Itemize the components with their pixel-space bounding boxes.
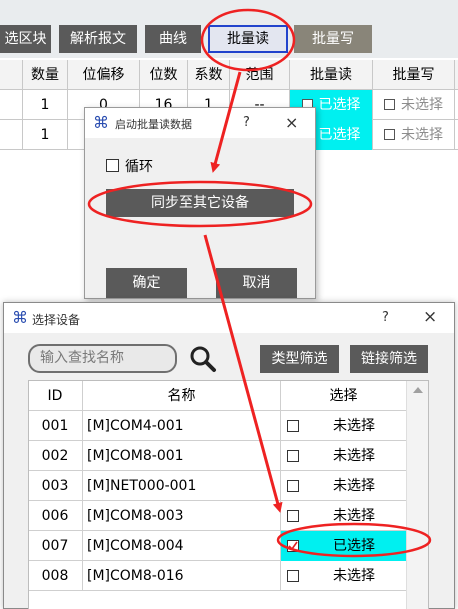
device-table: ID 名称 选择 001 [M]COM4-001 未选择 002 [M]COM8… — [28, 380, 429, 609]
header-batch-read: 批量读 — [289, 60, 372, 90]
header-count: 数量 — [22, 60, 67, 90]
scroll-up-arrow-icon[interactable] — [413, 387, 423, 393]
batch-read-button[interactable]: 批量读 — [208, 25, 288, 53]
table-row[interactable]: 006 [M]COM8-003 未选择 — [29, 501, 406, 531]
help-icon[interactable]: ? — [382, 310, 389, 325]
header-bit-offset: 位偏移 — [67, 60, 139, 90]
search-input[interactable]: 输入查找名称 — [28, 344, 177, 373]
type-filter-button[interactable]: 类型筛选 — [260, 345, 339, 373]
table-row[interactable]: 008 [M]COM8-016 未选择 — [29, 561, 406, 591]
table-row[interactable]: 001 [M]COM4-001 未选择 — [29, 411, 406, 441]
cell-count: 1 — [22, 90, 67, 120]
dialog-titlebar: ⌘ 选择设备 ? × — [4, 303, 454, 333]
header-factor: 系数 — [187, 60, 229, 90]
table-row[interactable]: 003 [M]NET000-001 未选择 — [29, 471, 406, 501]
link-filter-button[interactable]: 链接筛选 — [350, 345, 428, 373]
checkbox-icon[interactable] — [384, 99, 395, 110]
dialog-title: 选择设备 — [32, 313, 81, 327]
select-device-dialog: ⌘ 选择设备 ? × 输入查找名称 类型筛选 链接筛选 ID 名称 选择 001… — [3, 302, 455, 609]
loop-label: 循环 — [125, 159, 153, 175]
batch-write-cell[interactable]: 未选择 — [372, 90, 454, 120]
table-row[interactable]: 007 [M]COM8-004 已选择 — [29, 531, 406, 561]
curve-button[interactable]: 曲线 — [145, 25, 201, 53]
vertical-scrollbar[interactable] — [406, 381, 428, 609]
header-select: 选择 — [280, 381, 406, 411]
header-range: 范围 — [229, 60, 289, 90]
confirm-button[interactable]: 确定 — [106, 268, 187, 298]
close-icon[interactable]: × — [423, 307, 437, 327]
select-cell-selected[interactable]: 已选择 — [280, 531, 406, 561]
header-bit-count: 位数 — [139, 60, 187, 90]
parse-message-button[interactable]: 解析报文 — [59, 25, 137, 53]
command-icon: ⌘ — [12, 308, 28, 327]
cell-count: 1 — [22, 120, 67, 150]
close-icon[interactable]: × — [285, 113, 298, 132]
header-id: ID — [47, 388, 63, 404]
select-cell[interactable]: 未选择 — [280, 411, 406, 441]
select-cell[interactable]: 未选择 — [280, 501, 406, 531]
batch-write-button[interactable]: 批量写 — [294, 25, 372, 53]
select-cell[interactable]: 未选择 — [280, 471, 406, 501]
table-row[interactable]: 002 [M]COM8-001 未选择 — [29, 441, 406, 471]
header-name: 名称 — [82, 381, 280, 411]
help-icon[interactable]: ? — [243, 115, 250, 130]
search-icon[interactable] — [189, 345, 217, 373]
loop-checkbox[interactable] — [106, 159, 119, 172]
toolbar: 选区块 解析报文 曲线 批量读 批量写 — [0, 0, 458, 58]
cancel-button[interactable]: 取消 — [216, 268, 297, 298]
table-header-row: ID 名称 选择 — [29, 381, 406, 411]
select-cell[interactable]: 未选择 — [280, 561, 406, 591]
dialog-title: 启动批量读数据 — [115, 118, 192, 131]
header-batch-write: 批量写 — [372, 60, 454, 90]
dialog-titlebar: ⌘ 启动批量读数据 ? × — [85, 108, 315, 138]
select-cell[interactable]: 未选择 — [280, 441, 406, 471]
select-block-button[interactable]: 选区块 — [0, 25, 51, 53]
table-header-row: 数量 位偏移 位数 系数 范围 批量读 批量写 — [0, 60, 458, 90]
batch-read-dialog: ⌘ 启动批量读数据 ? × 循环 同步至其它设备 确定 取消 — [84, 107, 316, 299]
command-icon: ⌘ — [93, 113, 109, 132]
batch-write-cell[interactable]: 未选择 — [372, 120, 454, 150]
checkbox-icon[interactable] — [384, 129, 395, 140]
sync-to-other-devices-button[interactable]: 同步至其它设备 — [106, 189, 294, 217]
